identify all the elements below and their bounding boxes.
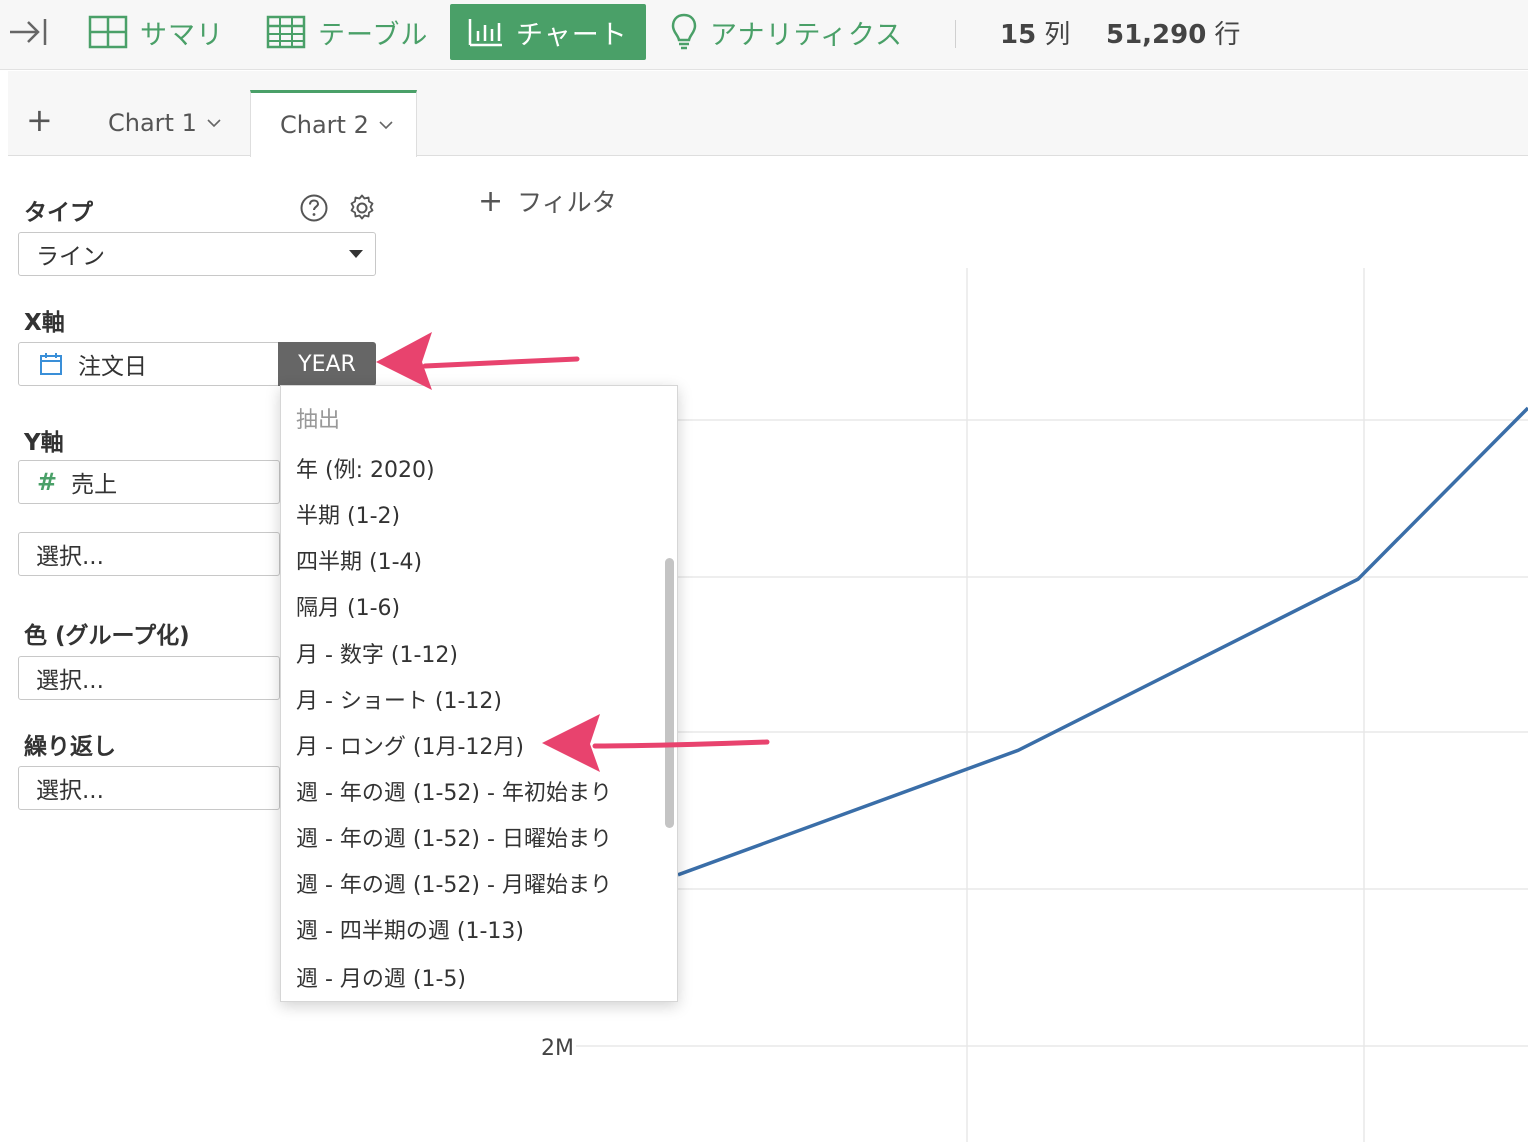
expand-panel-icon[interactable] [8, 15, 48, 49]
chart-tabs: + Chart 1 Chart 2 [8, 71, 1528, 157]
dropdown-item-bimonth[interactable]: 隔月 (1-6) [296, 590, 400, 622]
dropdown-item-half[interactable]: 半期 (1-2) [296, 498, 400, 530]
tab-chart-2[interactable]: Chart 2 [250, 90, 417, 157]
date-function-dropdown: 抽出 年 (例: 2020) 半期 (1-2) 四半期 (1-4) 隔月 (1-… [280, 385, 678, 1002]
plus-icon: + [478, 183, 504, 219]
series-line [677, 406, 1528, 877]
tab-chart-1[interactable]: Chart 1 [108, 90, 221, 156]
color-group-placeholder: 選択... [36, 668, 104, 694]
chart-type-value: ライン [36, 244, 105, 270]
tab-chart-2-label: Chart 2 [280, 111, 369, 139]
chevron-down-icon [207, 119, 221, 128]
nav-chart-label: チャート [516, 19, 628, 51]
dropdown-item-week-year-start[interactable]: 週 - 年の週 (1-52) - 年初始まり [296, 775, 612, 807]
chart-type-select[interactable]: ライン [18, 232, 376, 276]
dropdown-item-month-long[interactable]: 月 - ロング (1月-12月) [296, 729, 524, 761]
dropdown-item-week-monday[interactable]: 週 - 年の週 (1-52) - 月曜始まり [296, 867, 612, 899]
x-axis-label: X軸 [24, 310, 65, 336]
rows-count: 51,290 行 [1106, 14, 1240, 51]
gear-icon[interactable] [347, 193, 377, 223]
y-axis-second-placeholder: 選択... [36, 544, 104, 570]
y-axis-second-select[interactable]: 選択... [18, 532, 280, 576]
repeat-label: 繰り返し [24, 734, 116, 760]
nav-chart[interactable]: チャート [450, 4, 646, 60]
x-axis-field[interactable]: 注文日 [18, 342, 280, 386]
add-filter-button[interactable]: + フィルタ [478, 183, 617, 219]
x-axis-field-name: 注文日 [78, 354, 147, 380]
repeat-select[interactable]: 選択... [18, 766, 280, 810]
filter-label: フィルタ [517, 188, 617, 217]
color-group-select[interactable]: 選択... [18, 656, 280, 700]
add-tab-icon[interactable]: + [26, 104, 53, 136]
x-axis-function-button[interactable]: YEAR [278, 342, 376, 386]
lightbulb-icon [671, 13, 697, 50]
tab-chart-1-label: Chart 1 [108, 109, 197, 137]
toolbar-divider [955, 20, 956, 48]
nav-summary-label: サマリ [140, 19, 224, 51]
chart-gridlines [576, 268, 1528, 1142]
y-axis-label: Y軸 [24, 430, 64, 456]
arrow-to-year-badge [376, 332, 580, 390]
repeat-placeholder: 選択... [36, 778, 104, 804]
nav-analytics-label: アナリティクス [710, 19, 904, 51]
table-icon [266, 15, 306, 49]
dropdown-item-week-of-quarter[interactable]: 週 - 四半期の週 (1-13) [296, 913, 524, 945]
y-tick-label: 2M [541, 1036, 574, 1061]
y-axis-field-name: 売上 [71, 472, 118, 498]
rows-count-value: 51,290 [1106, 20, 1207, 50]
columns-count-value: 15 [1000, 20, 1037, 50]
nav-summary[interactable]: サマリ [88, 4, 224, 60]
nav-analytics[interactable]: アナリティクス [670, 4, 903, 60]
dropdown-item-quarter[interactable]: 四半期 (1-4) [296, 544, 422, 576]
y-axis-field[interactable]: # 売上 [18, 460, 280, 504]
top-toolbar: サマリ テーブル チャート アナリティクス 15 列 51,290 行 [0, 0, 1528, 70]
nav-table-label: テーブル [318, 19, 429, 51]
rows-count-unit: 行 [1214, 20, 1241, 50]
chevron-down-icon [379, 121, 393, 130]
columns-count-unit: 列 [1044, 20, 1071, 50]
dropdown-item-year[interactable]: 年 (例: 2020) [296, 452, 435, 484]
color-group-label: 色 (グループ化) [24, 623, 190, 649]
summary-grid-icon [88, 15, 128, 49]
nav-table[interactable]: テーブル [266, 4, 428, 60]
number-hash-icon: # [37, 468, 58, 496]
dropdown-item-month-number[interactable]: 月 - 数字 (1-12) [296, 637, 458, 669]
calendar-icon [40, 353, 62, 375]
dropdown-item-week-of-month[interactable]: 週 - 月の週 (1-5) [296, 961, 466, 993]
dropdown-item-month-short[interactable]: 月 - ショート (1-12) [296, 683, 502, 715]
type-label: タイプ [24, 200, 93, 226]
dropdown-scrollbar[interactable] [665, 558, 674, 828]
help-icon[interactable] [299, 193, 329, 223]
dropdown-section-header: 抽出 [296, 408, 341, 433]
bar-chart-icon [468, 19, 502, 47]
caret-down-icon [349, 250, 363, 258]
columns-count: 15 列 [1000, 14, 1070, 51]
dropdown-item-week-sunday[interactable]: 週 - 年の週 (1-52) - 日曜始まり [296, 821, 612, 853]
